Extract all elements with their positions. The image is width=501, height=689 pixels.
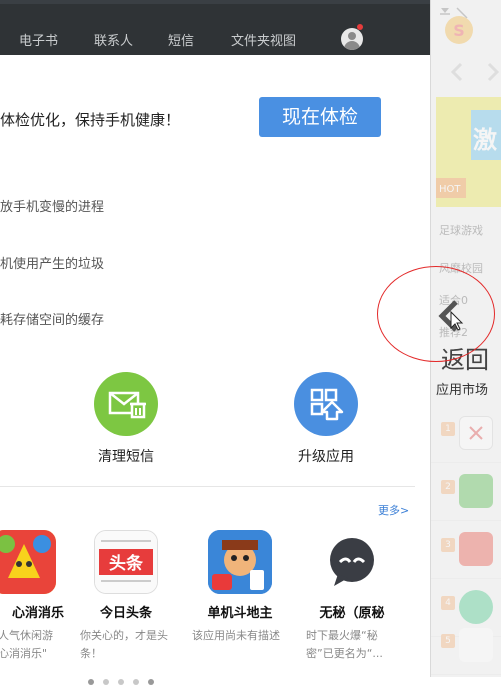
carousel-dot[interactable] (103, 679, 110, 685)
svg-text:头条: 头条 (109, 553, 144, 574)
section-divider (0, 486, 415, 487)
app-card-candy[interactable]: 心消消乐 人气休闲游 心消消乐" (0, 530, 74, 663)
app-name: 单机斗地主 (207, 606, 273, 621)
app-desc-line1: 该应用尚未有描述 (192, 629, 280, 642)
annotation-circle (377, 266, 495, 362)
desc-cache: 耗存储空间的缓存 (0, 313, 105, 328)
app-desc: 时下最火爆“秘 密”已更名为“... (302, 627, 402, 663)
side-list-row[interactable]: 1 (431, 404, 501, 463)
nav-contacts[interactable]: 联系人 (94, 30, 133, 49)
carousel-dot[interactable] (118, 679, 125, 685)
app-desc-line2: 条！ (80, 647, 102, 660)
svg-text:HOT: HOT (439, 184, 461, 195)
youku-icon (459, 628, 493, 662)
wumi-icon (320, 530, 384, 594)
top-nav-bar: 电子书 联系人 短信 文件夹视图 (0, 0, 430, 55)
clean-sms-action[interactable]: 清理短信 (76, 372, 176, 466)
app-desc-line1: 你关心的，才是头 (80, 629, 168, 642)
app-desc: 该应用尚未有描述 (190, 627, 290, 645)
health-check-headline: 体检优化，保持手机健康！ (0, 111, 181, 129)
sogou-icon (459, 532, 493, 566)
app-card-doudizhu[interactable]: 单机斗地主 该应用尚未有描述 (190, 530, 290, 645)
wechat-icon (459, 474, 493, 508)
app-desc-line1: 人气休闲游 (0, 629, 53, 642)
side-rank-number: 5 (441, 634, 455, 648)
side-rank-number: 4 (441, 596, 455, 610)
carousel-dot[interactable] (133, 679, 140, 685)
app-desc-line2: 密”已更名为“... (306, 647, 383, 660)
avatar-head (348, 32, 356, 40)
carousel-pagination[interactable] (88, 670, 158, 689)
app-name: 无秘（原秘 (319, 606, 385, 621)
check-now-button[interactable]: 现在体检 (259, 97, 381, 137)
toutiao-icon: 头条 (94, 530, 158, 594)
app-market-label: 应用市场 (436, 383, 489, 398)
main-panel: 体检优化，保持手机健康！ 现在体检 放手机变慢的进程 机使用产生的垃圾 耗存储空… (0, 55, 430, 677)
app-desc-line2: 心消消乐" (0, 647, 48, 660)
desc-processes: 放手机变慢的进程 (0, 200, 105, 215)
upgrade-apps-label: 升级应用 (298, 449, 354, 465)
app-card-wumi[interactable]: 无秘（原秘 时下最火爆“秘 密”已更名为“... (302, 530, 402, 663)
more-link[interactable]: 更多> (378, 502, 409, 518)
nav-sms[interactable]: 短信 (168, 30, 194, 49)
avatar-body (344, 41, 360, 50)
carousel-dot[interactable] (148, 679, 155, 685)
side-rank-number: 2 (441, 480, 455, 494)
carousel-dot[interactable] (88, 679, 94, 685)
side-list-row[interactable]: 2 (431, 462, 501, 521)
side-row[interactable]: 足球游戏 (439, 222, 483, 238)
svg-text:激: 激 (473, 126, 497, 154)
app-name: 今日头条 (99, 606, 152, 621)
side-list-row[interactable]: 3 (431, 520, 501, 579)
nav-ebook[interactable]: 电子书 (19, 30, 58, 49)
broken-image-icon (459, 416, 493, 450)
app-desc: 人气休闲游 心消消乐" (0, 627, 74, 663)
desc-junk: 机使用产生的垃圾 (0, 257, 105, 272)
upgrade-apps-action[interactable]: 升级应用 (276, 372, 376, 466)
nav-folder-view[interactable]: 文件夹视图 (231, 30, 296, 49)
svg-text:S: S (453, 21, 465, 40)
side-header-graphics: S 激 HOT (436, 7, 501, 207)
side-faded-content: S 激 HOT 足球游戏 风靡校园 适合0 推荐2 1 2 3 4 5 (431, 0, 501, 675)
app-card-toutiao[interactable]: 头条 今日头条 你关心的，才是头 条！ (76, 530, 176, 663)
app-desc: 你关心的，才是头 条！ (76, 627, 176, 663)
avatar[interactable] (341, 28, 363, 50)
side-rank-number: 3 (441, 538, 455, 552)
side-rank-number: 1 (441, 422, 455, 436)
clean-sms-label: 清理短信 (98, 449, 154, 465)
side-list-row[interactable]: 6 (431, 660, 501, 677)
app-name: 心消消乐 (11, 606, 64, 621)
notification-dot (357, 24, 363, 30)
candy-game-icon (0, 530, 56, 594)
message-clean-icon (94, 372, 158, 436)
app-desc-line1: 时下最火爆“秘 (306, 629, 378, 642)
app-upgrade-icon (294, 372, 358, 436)
doudizhu-icon (208, 530, 272, 594)
